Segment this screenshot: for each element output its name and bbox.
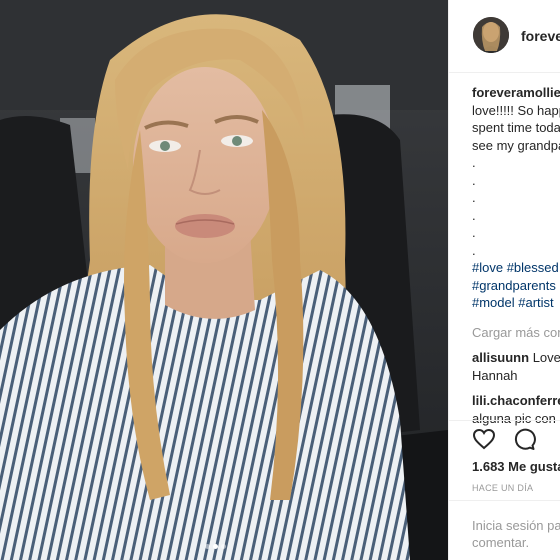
login-prompt: Inicia sesión pa comentar. xyxy=(472,517,560,551)
hashtag-link[interactable]: #artist xyxy=(518,295,553,310)
carousel-dot-active[interactable] xyxy=(213,544,218,549)
comment-text-continued: Hannah xyxy=(472,367,518,383)
comment-item: allisuunn Love Hannah xyxy=(472,349,560,384)
hashtag-link[interactable]: #model xyxy=(472,295,515,310)
comment-text-continued: alguna pic con xyxy=(472,410,556,426)
caption-dot: . xyxy=(472,225,476,240)
carousel-dot[interactable] xyxy=(221,544,226,549)
post-header: foreveramollie xyxy=(449,0,560,73)
login-link[interactable]: Inicia sesión xyxy=(472,518,544,533)
post-photo[interactable] xyxy=(0,0,448,560)
hashtag-link[interactable]: #grandparents xyxy=(472,278,556,293)
post-photo-image xyxy=(0,0,448,560)
carousel-dots xyxy=(205,544,226,549)
comment-username[interactable]: lili.chaconferre xyxy=(472,393,560,408)
hashtag-link[interactable]: #blessed xyxy=(507,260,559,275)
post-actions xyxy=(472,427,536,451)
caption-dot: . xyxy=(472,190,476,205)
caption-dot: . xyxy=(472,155,476,170)
caption-dot: . xyxy=(472,242,476,258)
login-prompt-text: pa xyxy=(543,518,560,533)
likes-count[interactable]: 1.683 Me gusta xyxy=(472,459,560,474)
post-timestamp[interactable]: HACE UN DÍA xyxy=(472,483,533,493)
caption-line: spent time toda xyxy=(472,120,560,135)
caption-line: see my grandpa xyxy=(472,137,560,153)
hashtag-link[interactable]: #love xyxy=(472,260,503,275)
caption-dot: . xyxy=(472,172,476,188)
comment-username[interactable]: allisuunn xyxy=(472,350,529,365)
hashtag-line: #model #artist xyxy=(472,294,560,312)
caption-username: foreveramollie xyxy=(472,84,560,102)
hashtag-line: #grandparents xyxy=(472,277,560,295)
comment-icon[interactable] xyxy=(512,427,536,451)
load-more-comments-button[interactable]: Cargar más com xyxy=(472,324,560,342)
post-side-panel: foreveramollie foreveramollie love!!!!! … xyxy=(448,0,560,560)
header-username[interactable]: foreveramollie xyxy=(521,28,560,44)
login-prompt-area: Inicia sesión pa comentar. xyxy=(449,500,560,560)
comments-section: foreveramollie love!!!!! So happ spent t… xyxy=(472,84,560,427)
caption-line: love!!!!! So happ xyxy=(472,102,560,118)
caption-username-link[interactable]: foreveramollie xyxy=(472,85,560,100)
login-prompt-text-line2: comentar. xyxy=(472,535,530,550)
hashtag-line: #love #blessed xyxy=(472,259,560,277)
avatar[interactable] xyxy=(473,17,509,53)
caption-dot: . xyxy=(472,207,476,223)
carousel-dot[interactable] xyxy=(205,544,210,549)
post-actions-area: 1.683 Me gusta HACE UN DÍA xyxy=(449,420,560,493)
heart-icon[interactable] xyxy=(472,427,496,451)
comment-item: lili.chaconferre alguna pic con xyxy=(472,392,560,427)
comment-text: Love xyxy=(532,350,560,365)
